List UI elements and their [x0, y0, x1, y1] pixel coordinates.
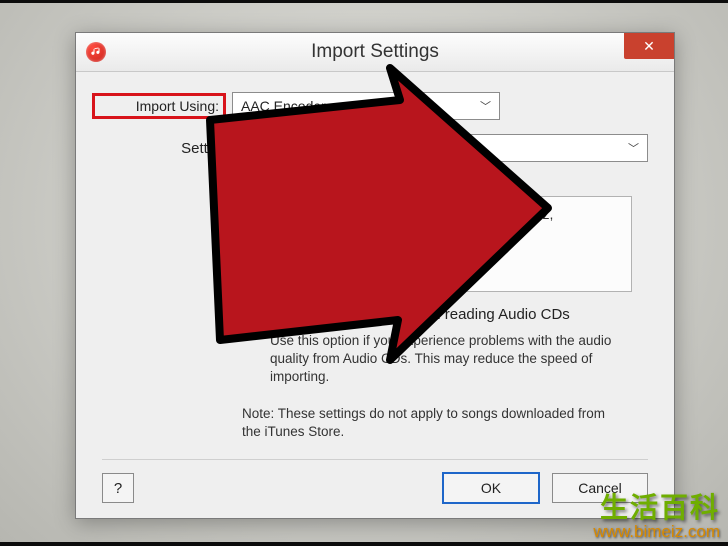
itunes-icon	[86, 42, 106, 62]
dialog-body: Import Using: AAC Encoder ﹀ Setting: iTu…	[76, 72, 674, 518]
watermark-text-cn: 生活百科	[593, 493, 720, 524]
settings-note: Note: These settings do not apply to son…	[242, 405, 622, 441]
setting-value: iTunes Plus	[251, 140, 324, 156]
import-using-dropdown[interactable]: AAC Encoder ﹀	[232, 92, 500, 120]
letterbox-top	[0, 0, 728, 3]
ok-button[interactable]: OK	[442, 472, 540, 504]
letterbox-bottom	[0, 542, 728, 546]
help-button-label: ?	[114, 480, 122, 497]
import-using-label: Import Using:	[92, 93, 226, 119]
details-line-2: VBR, optimized for MMX/SSE2.	[253, 225, 621, 245]
error-correction-row: Use error correction when reading Audio …	[242, 306, 648, 326]
watermark-url: www.bimeiz.com	[593, 523, 720, 542]
setting-dropdown[interactable]: iTunes Plus ﹀	[242, 134, 648, 162]
details-box: 128 kbps (mono)/256 kbps (stereo), 44.10…	[242, 196, 632, 292]
details-line-1: 128 kbps (mono)/256 kbps (stereo), 44.10…	[253, 205, 621, 225]
help-button[interactable]: ?	[102, 473, 134, 503]
chevron-down-icon: ﹀	[628, 140, 639, 156]
dialog-title: Import Settings	[76, 41, 674, 63]
setting-row: Setting: iTunes Plus ﹀	[102, 134, 648, 162]
import-using-value: AAC Encoder	[241, 98, 326, 114]
import-settings-dialog: Import Settings ✕ Import Using: AAC Enco…	[75, 32, 675, 519]
import-using-row: Import Using: AAC Encoder ﹀	[102, 92, 648, 120]
chevron-down-icon: ﹀	[480, 98, 491, 114]
details-heading: Details	[242, 176, 632, 192]
setting-label: Setting:	[102, 140, 242, 157]
details-block: Details 128 kbps (mono)/256 kbps (stereo…	[242, 176, 632, 292]
close-icon: ✕	[643, 38, 655, 55]
error-correction-checkbox[interactable]	[242, 308, 260, 326]
titlebar[interactable]: Import Settings ✕	[76, 33, 674, 72]
watermark: 生活百科 www.bimeiz.com	[593, 493, 720, 542]
ok-button-label: OK	[481, 480, 501, 496]
button-row: ? OK Cancel	[102, 459, 648, 504]
close-button[interactable]: ✕	[624, 33, 674, 59]
error-correction-hint: Use this option if you experience proble…	[270, 332, 630, 387]
error-correction-label: Use error correction when reading Audio …	[268, 306, 570, 323]
